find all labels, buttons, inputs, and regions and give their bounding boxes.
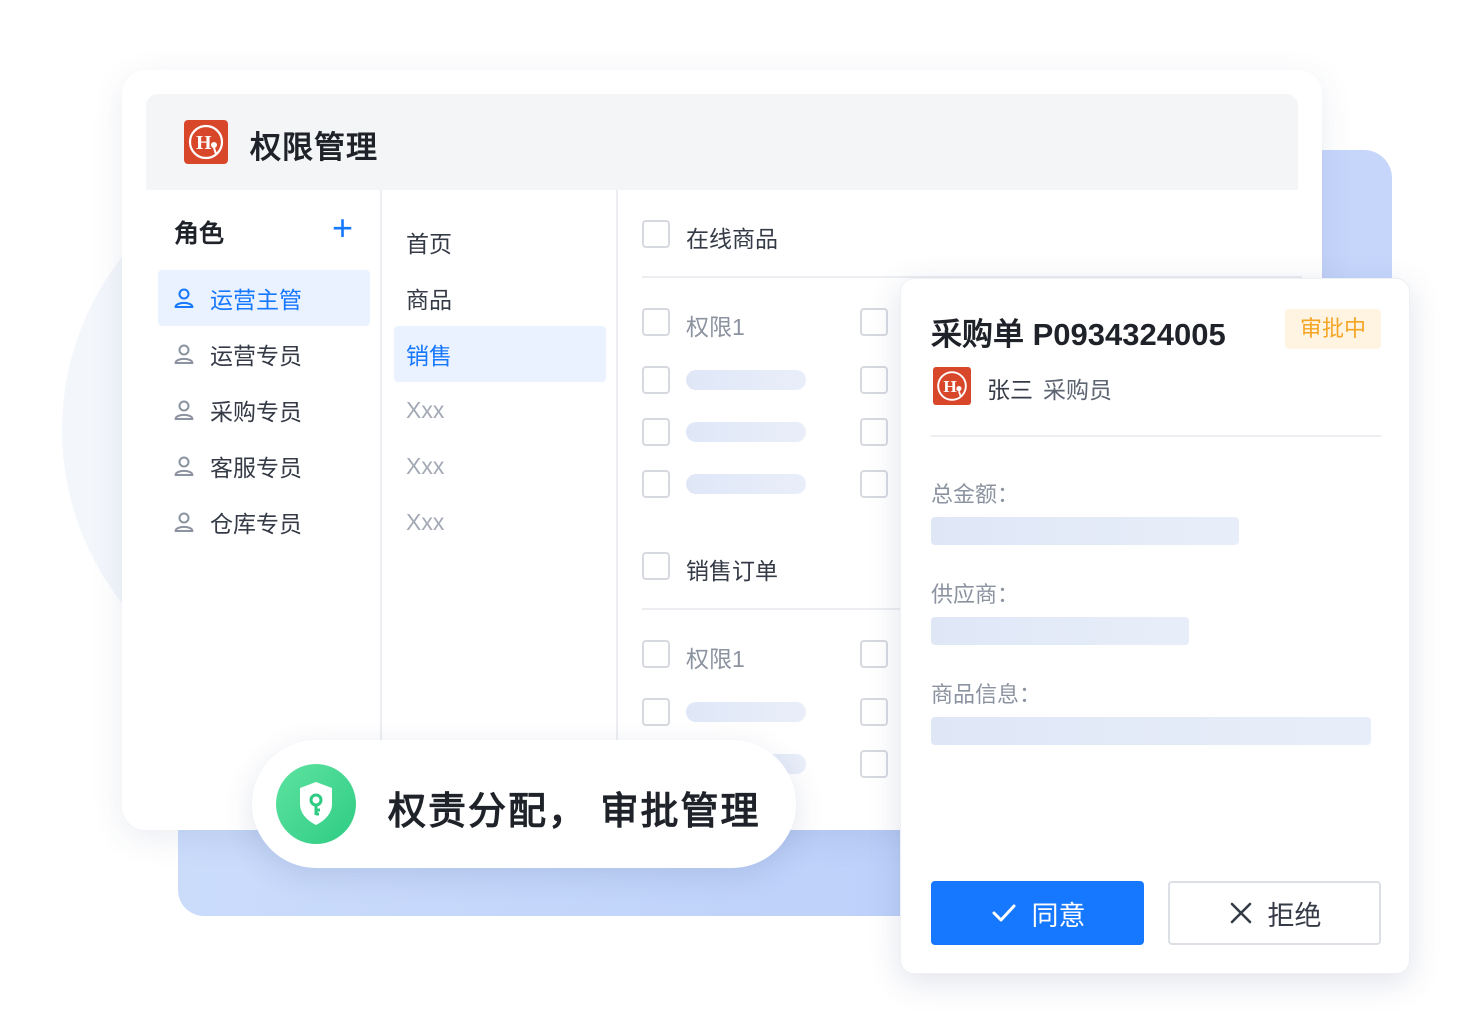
permission-checkbox[interactable]	[642, 698, 670, 726]
approve-label: 同意	[1031, 900, 1086, 931]
add-role-button[interactable]: +	[332, 208, 353, 248]
permission-checkbox[interactable]	[860, 418, 888, 446]
window-header: H 权限管理	[146, 94, 1298, 190]
role-item-operations-specialist[interactable]: 运营专员	[158, 326, 370, 382]
role-item-operations-manager[interactable]: 运营主管	[158, 270, 370, 326]
permission-group-label: 在线商品	[686, 226, 778, 252]
user-icon	[174, 288, 194, 308]
roles-heading: 角色	[174, 220, 225, 248]
permission-checkbox[interactable]	[642, 470, 670, 498]
feature-tagline: 权责分配， 审批管理	[388, 791, 761, 833]
menu-column: 首页 商品 销售 Xxx Xxx Xxx	[382, 190, 618, 830]
close-icon	[1230, 902, 1251, 924]
role-label: 运营专员	[210, 343, 302, 369]
group-checkbox[interactable]	[642, 552, 670, 580]
product-info-label: 商品信息：	[931, 682, 1042, 707]
shield-key-icon	[276, 764, 356, 844]
check-icon	[992, 904, 1015, 922]
purchase-order-card: 采购单 P0934324005 审批中 H 张三 采购员 总金额： 供应商： 商…	[900, 278, 1410, 974]
order-title: 采购单 P0934324005	[931, 317, 1226, 352]
applicant-role: 采购员	[1043, 377, 1112, 403]
supplier-label: 供应商：	[931, 582, 1020, 607]
brand-logo-icon: H	[184, 120, 228, 164]
role-label: 仓库专员	[210, 511, 302, 537]
menu-item-sales[interactable]: 销售	[394, 326, 606, 382]
total-amount-value	[931, 517, 1239, 545]
group-checkbox[interactable]	[642, 220, 670, 248]
permission-checkbox[interactable]	[642, 640, 670, 668]
role-item-purchasing-specialist[interactable]: 采购专员	[158, 382, 370, 438]
applicant-name: 张三	[987, 377, 1033, 403]
roles-column: 角色 + 运营主管 运营专员 采购专员 客服专员 仓库专员	[146, 190, 382, 830]
status-badge: 审批中	[1285, 309, 1381, 349]
permission-group-label: 销售订单	[686, 558, 778, 584]
menu-item-placeholder[interactable]: Xxx	[394, 438, 606, 494]
skeleton-line	[686, 702, 806, 722]
menu-item-placeholder[interactable]: Xxx	[394, 382, 606, 438]
user-icon	[174, 344, 194, 364]
avatar: H	[933, 367, 971, 405]
user-icon	[174, 456, 194, 476]
role-label: 采购专员	[210, 399, 302, 425]
skeleton-line	[686, 474, 806, 494]
menu-item-home[interactable]: 首页	[394, 214, 606, 270]
permission-label: 权限1	[686, 646, 745, 672]
feature-badge: 权责分配， 审批管理	[252, 740, 796, 868]
permission-checkbox[interactable]	[642, 308, 670, 336]
menu-item-placeholder[interactable]: Xxx	[394, 494, 606, 550]
page-title: 权限管理	[250, 130, 378, 165]
product-info-value	[931, 717, 1371, 745]
permission-checkbox[interactable]	[860, 470, 888, 498]
role-item-customer-service-specialist[interactable]: 客服专员	[158, 438, 370, 494]
supplier-value	[931, 617, 1189, 645]
divider	[931, 435, 1381, 437]
svg-text:H: H	[943, 377, 957, 396]
reject-button[interactable]: 拒绝	[1168, 881, 1381, 945]
permission-checkbox[interactable]	[860, 750, 888, 778]
user-icon	[174, 400, 194, 420]
menu-item-products[interactable]: 商品	[394, 270, 606, 326]
reject-label: 拒绝	[1267, 900, 1322, 931]
permission-checkbox[interactable]	[860, 698, 888, 726]
role-label: 运营主管	[210, 287, 302, 313]
skeleton-line	[686, 422, 806, 442]
permission-checkbox[interactable]	[642, 418, 670, 446]
permission-checkbox[interactable]	[860, 366, 888, 394]
permission-checkbox[interactable]	[642, 366, 670, 394]
permission-checkbox[interactable]	[860, 640, 888, 668]
role-label: 客服专员	[210, 455, 302, 481]
total-amount-label: 总金额：	[931, 482, 1020, 507]
permission-checkbox[interactable]	[860, 308, 888, 336]
svg-text:H: H	[196, 132, 212, 154]
skeleton-line	[686, 370, 806, 390]
user-icon	[174, 512, 194, 532]
approve-button[interactable]: 同意	[931, 881, 1144, 945]
role-item-warehouse-specialist[interactable]: 仓库专员	[158, 494, 370, 550]
permission-label: 权限1	[686, 314, 745, 340]
